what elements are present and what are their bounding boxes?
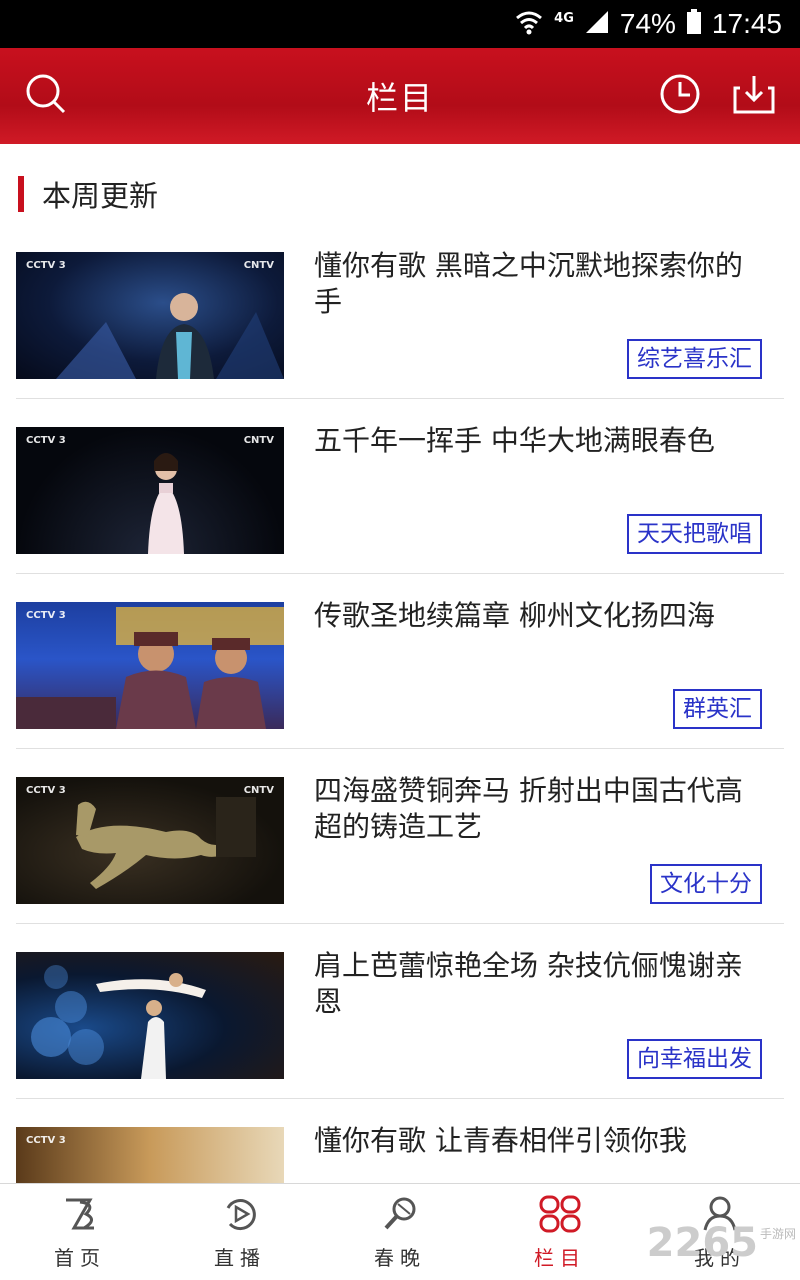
- search-button[interactable]: [20, 70, 72, 122]
- watermark-text: 手游网: [759, 1227, 796, 1241]
- status-bar: 4G 74% 17:45: [0, 0, 800, 48]
- tab-label: 直播: [214, 1245, 266, 1270]
- watermark: 2265 手游网: [647, 1220, 796, 1266]
- video-thumbnail[interactable]: CCTV 3 CNTV: [16, 427, 284, 554]
- download-icon: [732, 72, 776, 120]
- item-title[interactable]: 懂你有歌 黑暗之中沉默地探索你的手: [314, 248, 754, 320]
- wifi-icon: [514, 9, 544, 39]
- cntv-logo: CNTV: [243, 260, 274, 271]
- tab-live[interactable]: 直播: [160, 1184, 320, 1280]
- home-icon: [60, 1194, 100, 1238]
- update-list: CCTV 3 CNTV 懂你有歌 黑暗之中沉默地探索你的手 综艺喜乐汇 CCTV…: [0, 224, 800, 1274]
- list-item[interactable]: CCTV 3 CNTV 懂你有歌 黑暗之中沉默地探索你的手 综艺喜乐汇: [16, 224, 784, 399]
- search-icon: [24, 72, 68, 120]
- channel-logo: CCTV 3: [26, 785, 66, 796]
- gala-icon: [380, 1194, 420, 1238]
- item-title[interactable]: 四海盛赞铜奔马 折射出中国古代高超的铸造工艺: [314, 773, 754, 845]
- tab-label: 栏目: [534, 1245, 586, 1270]
- channel-logo: CCTV 3: [26, 1135, 66, 1146]
- tab-home[interactable]: 首页: [0, 1184, 160, 1280]
- tab-label: 首页: [54, 1245, 106, 1270]
- battery-icon: [686, 9, 702, 39]
- video-thumbnail[interactable]: CCTV 3 CNTV: [16, 777, 284, 904]
- signal-icon: [584, 9, 610, 39]
- tab-columns[interactable]: 栏目: [480, 1184, 640, 1280]
- video-thumbnail[interactable]: CCTV 3 CNTV: [16, 252, 284, 379]
- section-title: 本周更新: [42, 179, 159, 213]
- network-type: 4G: [554, 10, 574, 26]
- item-title[interactable]: 五千年一挥手 中华大地满眼春色: [314, 423, 754, 459]
- tab-gala[interactable]: 春晚: [320, 1184, 480, 1280]
- list-item[interactable]: 肩上芭蕾惊艳全场 杂技伉俪愧谢亲恩 向幸福出发: [16, 924, 784, 1099]
- channel-logo: CCTV 3: [26, 610, 66, 621]
- program-tag[interactable]: 向幸福出发: [627, 1039, 762, 1079]
- watermark-number: 2265: [646, 1220, 758, 1266]
- video-thumbnail[interactable]: CCTV 3: [16, 602, 284, 729]
- channel-logo: CCTV 3: [26, 260, 66, 271]
- list-item[interactable]: CCTV 3 传歌圣地续篇章 柳州文化扬四海 群英汇: [16, 574, 784, 749]
- program-tag[interactable]: 文化十分: [650, 864, 762, 904]
- cntv-logo: CNTV: [243, 435, 274, 446]
- columns-icon: [538, 1194, 582, 1238]
- item-title[interactable]: 传歌圣地续篇章 柳州文化扬四海: [314, 598, 754, 634]
- app-header: 栏目: [0, 48, 800, 144]
- clock-icon: [658, 72, 702, 120]
- history-button[interactable]: [654, 70, 706, 122]
- section-header: 本周更新: [18, 176, 159, 213]
- video-thumbnail[interactable]: [16, 952, 284, 1079]
- battery-percent: 74%: [619, 8, 676, 39]
- list-item[interactable]: CCTV 3 CNTV 四海盛赞铜奔马 折射出中国古代高超的铸造工艺 文化十分: [16, 749, 784, 924]
- clock: 17:45: [711, 8, 782, 39]
- page-title: 栏目: [365, 79, 434, 117]
- tab-label: 春晚: [374, 1245, 426, 1270]
- program-tag[interactable]: 天天把歌唱: [627, 514, 762, 554]
- item-title[interactable]: 肩上芭蕾惊艳全场 杂技伉俪愧谢亲恩: [314, 948, 754, 1020]
- download-button[interactable]: [728, 70, 780, 122]
- cntv-logo: CNTV: [243, 785, 274, 796]
- section-accent-bar: [18, 176, 24, 212]
- program-tag[interactable]: 综艺喜乐汇: [627, 339, 762, 379]
- channel-logo: CCTV 3: [26, 435, 66, 446]
- item-title[interactable]: 懂你有歌 让青春相伴引领你我: [314, 1123, 754, 1159]
- program-tag[interactable]: 群英汇: [673, 689, 762, 729]
- live-icon: [220, 1194, 260, 1238]
- list-item[interactable]: CCTV 3 CNTV 五千年一挥手 中华大地满眼春色 天天把歌唱: [16, 399, 784, 574]
